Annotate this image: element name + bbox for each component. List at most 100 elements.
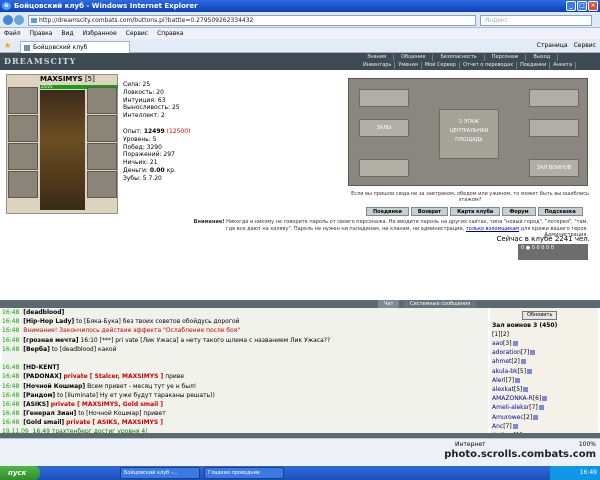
tab-chat[interactable]: Чат [378,300,400,308]
gloves-slot[interactable] [87,87,117,114]
nav-security[interactable]: Безопасность [433,54,485,61]
leggings-slot[interactable] [87,143,117,170]
zoom-level[interactable]: 100% [579,441,596,448]
taskbar-ie-window[interactable]: Бойцовский клуб -... [120,467,200,479]
forward-button[interactable] [14,15,24,25]
maximize-button[interactable]: □ [577,1,587,11]
user-info-icon[interactable] [512,423,518,429]
nav-inventory[interactable]: Инвентарь [360,62,396,69]
return-button[interactable]: Возврат [410,207,449,216]
minimize-button[interactable]: _ [566,1,576,11]
forum-button[interactable]: Форум [502,207,536,216]
menu-file[interactable]: Файл [4,28,21,39]
chat-recipient[interactable]: to [deadblood] [52,346,96,353]
close-button[interactable]: × [588,1,598,11]
map-room[interactable] [529,89,579,107]
user-list-item[interactable]: adoration[7] [492,348,547,357]
user-list-item[interactable]: Ameli-aleksr[7] [492,403,547,412]
character-name[interactable]: MAXSIMYS [5] [40,75,95,84]
chat-nick[interactable]: [Рандом] [23,392,55,399]
user-info-icon[interactable] [527,368,533,374]
user-name[interactable]: Ameli-aleksr [492,404,529,411]
start-button[interactable]: пуск [0,466,40,480]
chat-log[interactable]: 16:48 [deadblood] 16:48 [Hip-Hop Lady] t… [2,308,488,433]
map-room-warriors[interactable]: ЗАЛ ВОИНОВ [529,159,579,177]
chat-nick[interactable]: [грозная мечта] [23,337,78,344]
user-name[interactable]: adoration [492,349,521,356]
user-name[interactable]: Amurowec [492,414,524,421]
chat-nick[interactable]: [Hip-Hop Lady] [23,318,74,325]
user-info-icon[interactable] [520,359,526,365]
boots-slot[interactable] [87,171,117,198]
shield-slot[interactable] [87,115,117,142]
nav-character[interactable]: Персонаж [485,54,527,61]
chat-nick[interactable]: [Генерал Зиан] [23,410,76,417]
user-list-item[interactable]: ahmet[2] [492,357,547,366]
helmet-slot[interactable] [8,87,38,114]
fights-button[interactable]: Поединки [366,207,409,216]
taskbar-explorer-window[interactable]: Гладкая проводник [204,467,284,479]
chat-recipient[interactable]: to [Iluminate] [57,392,98,399]
chat-recipient[interactable]: 16:10 [***] [80,337,113,344]
address-input[interactable]: http://dreamscity.combats.com/buttons.pl… [28,15,476,26]
user-list-item[interactable]: AMAZONKA-R[6] [492,394,548,403]
back-button[interactable] [3,15,13,25]
nav-transfers[interactable]: Отчет о переводах [460,62,518,69]
user-info-icon[interactable] [523,386,529,392]
user-list-item[interactable]: Amurowec[2] [492,413,547,422]
belt-slot[interactable] [8,171,38,198]
chat-nick[interactable]: [Gold smail] [23,419,64,426]
nav-my-server[interactable]: Мой Сервер [422,62,460,69]
menu-favorites[interactable]: Избранное [83,28,117,39]
user-name[interactable]: alexkat [492,386,514,393]
tools-menu-button[interactable]: Сервис [574,41,596,51]
chat-recipient[interactable]: private [ Stalcer, MAXSIMYS ] [64,373,164,380]
menu-tools[interactable]: Сервис [126,28,148,39]
chat-nick[interactable]: [HD-KENT] [23,364,59,371]
user-list-item[interactable]: Anc[7] [492,422,547,431]
user-list-item[interactable]: akula-bk[5] [492,367,547,376]
menu-help[interactable]: Справка [157,28,183,39]
armor-slot[interactable] [8,143,38,170]
nav-profile[interactable]: Анкета [550,62,577,69]
chat-nick[interactable]: [deadblood] [23,309,64,316]
user-info-icon[interactable] [512,341,518,346]
map-room[interactable] [359,159,409,177]
chat-nick[interactable]: [PADONAX] [23,373,61,380]
chat-recipient[interactable]: private [ ASIKS, MAXSIMYS ] [66,419,163,426]
user-info-icon[interactable] [533,414,539,420]
user-name[interactable]: Anc [492,423,503,430]
chat-nick[interactable]: [Верба] [23,346,50,353]
warning-link[interactable]: только взломщикам [466,226,519,232]
map-room-halls[interactable]: ЗАЛЫ [359,119,409,137]
chat-nick[interactable]: [ASIKS] [23,401,49,408]
user-list-item[interactable]: aao[3] [492,339,547,348]
refresh-button[interactable]: Обновить [522,311,558,320]
favorites-star-icon[interactable]: ★ [4,41,11,51]
chat-recipient[interactable]: to [Ночной Кошмар] [78,410,141,417]
chat-recipient[interactable]: to [Бяка-Бука] [76,318,121,325]
search-input[interactable]: Яндекс [480,15,592,26]
chat-nick[interactable]: [Ночной Кошмар] [23,383,85,390]
user-name[interactable]: ahmet [492,358,511,365]
weapon-slot[interactable] [8,115,38,142]
tab-system-messages[interactable]: Системные сообщения [404,300,477,308]
user-name[interactable]: AMAZONKA-R [492,395,533,402]
map-room[interactable] [529,119,579,137]
user-info-icon[interactable] [515,377,521,383]
browser-tab[interactable]: Бойцовский клуб [20,41,130,53]
nav-fights[interactable]: Поединки [517,62,551,69]
menu-edit[interactable]: Правка [30,28,53,39]
nav-communication[interactable]: Общение [394,54,434,61]
user-list-item[interactable]: alexkat[5] [492,385,547,394]
user-info-icon[interactable] [530,350,536,356]
user-name[interactable]: akula-bk [492,368,518,375]
page-menu-button[interactable]: Страница [537,41,568,51]
hint-button[interactable]: Подсказка [537,207,583,216]
page-links[interactable]: [1][2] [492,330,509,339]
chat-recipient[interactable]: private [ MAXSIMYS, Gold smail ] [51,401,163,408]
user-name[interactable]: aao [492,340,503,347]
user-name[interactable]: Alerl [492,377,506,384]
club-map-button[interactable]: Карта клуба [450,207,501,216]
user-info-icon[interactable] [542,396,548,402]
